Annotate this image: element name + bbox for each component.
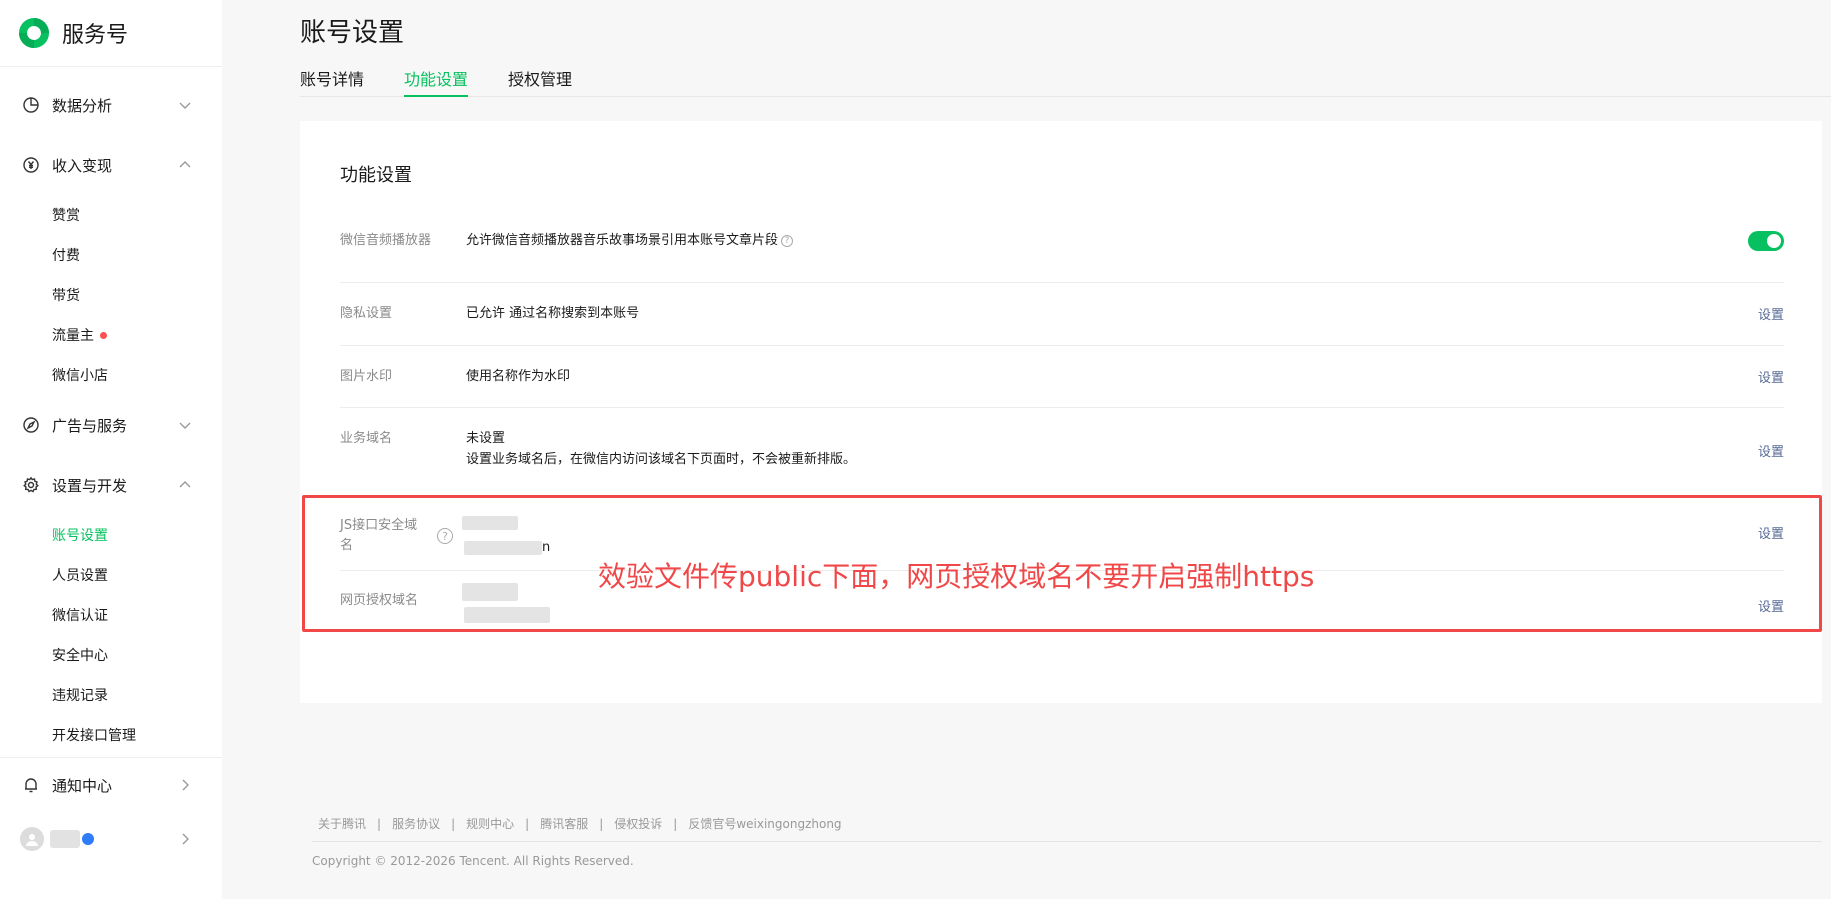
row-value: 使用名称作为水印 [466,369,571,384]
service-account-logo-icon [19,18,49,48]
toggle-knob [1767,234,1781,248]
footer-link-service-agreement[interactable]: 服务协议 [392,815,440,832]
chevron-up-icon [179,481,191,488]
footer-link-rules-center[interactable]: 规则中心 [466,815,514,832]
business-domain-settings-link[interactable]: 设置 [1758,441,1784,460]
footer-links: 关于腾讯 | 服务协议 | 规则中心 | 腾讯客服 | 侵权投诉 | 反馈官号weixin… [318,815,842,832]
sidebar-item-label: 赞赏 [52,208,80,224]
sidebar-item-wechat-verification[interactable]: 微信认证 [0,595,222,635]
audio-toggle[interactable] [1748,231,1784,251]
sidebar-item-label: 微信小店 [52,368,108,384]
nav-group-label: 收入变现 [52,156,113,175]
tab-bar: 账号详情 功能设置 授权管理 [300,66,1831,97]
sidebar-item-label: 违规记录 [52,688,108,704]
row-label: 图片水印 [340,369,393,384]
compass-icon [23,417,39,433]
tab-feature-settings[interactable]: 功能设置 [404,66,469,97]
nav-group-label: 广告与服务 [52,416,128,435]
main-content: 账号设置 账号详情 功能设置 授权管理 功能设置 微信音频播放器 允许微信音频播… [300,0,1831,899]
page-title: 账号设置 [300,18,405,48]
sidebar-item-label: 人员设置 [52,568,108,584]
row-value: 已允许 通过名称搜索到本账号 [466,306,640,321]
feature-settings-card: 功能设置 微信音频播放器 允许微信音频播放器音乐故事场景引用本账号文章片段? 隐… [300,121,1822,703]
nav-group-settings-dev[interactable]: 设置与开发 [0,455,222,515]
blurred-account-name [50,830,80,848]
row-label: 微信音频播放器 [340,233,432,248]
sidebar-item-label: 账号设置 [52,528,108,544]
sidebar: 服务号 数据分析 收入变现 赞赏 付费 带货 流量主 微信小店 广告与服务 设置… [0,0,222,899]
notification-dot [100,331,107,339]
verified-badge-icon [82,833,94,845]
footer-link-infringement[interactable]: 侵权投诉 [614,815,662,832]
row-description: 设置业务域名后，在微信内访问该域名下页面时，不会被重新排版。 [466,452,857,467]
tab-account-details[interactable]: 账号详情 [300,66,364,97]
sidebar-item-account-settings[interactable]: 账号设置 [0,515,222,555]
chevron-down-icon [179,102,191,109]
settings-row-audio: 微信音频播放器 允许微信音频播放器音乐故事场景引用本账号文章片段? [340,201,1784,283]
gear-icon [23,476,39,493]
bell-icon [25,778,37,793]
nav-group-label: 通知中心 [52,776,113,795]
nav-group-data-analysis[interactable]: 数据分析 [0,75,222,135]
sidebar-item-label: 流量主 [52,328,94,344]
sidebar-item-label: 带货 [52,288,80,304]
nav-group-ads[interactable]: 广告与服务 [0,395,222,455]
yen-coin-icon [23,157,39,173]
row-value: 未设置 [466,431,506,446]
nav-group-label: 设置与开发 [52,476,128,495]
settings-row-business-domain: 业务域名 未设置 设置业务域名后，在微信内访问该域名下页面时，不会被重新排版。 … [340,408,1784,493]
chevron-up-icon [179,161,191,168]
sidebar-item-reward[interactable]: 赞赏 [0,195,222,235]
sidebar-item-label: 安全中心 [52,648,108,664]
watermark-settings-link[interactable]: 设置 [1758,367,1784,386]
row-label: 隐私设置 [340,306,393,321]
sidebar-item-label: 付费 [52,248,80,264]
brand-name: 服务号 [62,23,129,48]
sidebar-item-traffic-owner[interactable]: 流量主 [0,315,222,355]
user-icon [26,834,38,846]
annotation-text: 效验文件传public下面，网页授权域名不要开启强制https [598,560,1315,593]
sidebar-item-label: 开发接口管理 [52,728,136,744]
help-icon[interactable]: ? [781,234,794,247]
footer-link-feedback[interactable]: 反馈官号weixingongzhong [688,815,841,832]
sidebar-item-label: 微信认证 [52,608,108,624]
footer-divider [312,841,1822,842]
row-label: 业务域名 [340,431,393,446]
settings-row-watermark: 图片水印 使用名称作为水印 设置 [340,346,1784,408]
sidebar-item-member-settings[interactable]: 人员设置 [0,555,222,595]
sidebar-item-paid[interactable]: 付费 [0,235,222,275]
chevron-right-icon [182,779,189,791]
sidebar-item-commerce[interactable]: 带货 [0,275,222,315]
settings-row-privacy: 隐私设置 已允许 通过名称搜索到本账号 设置 [340,283,1784,346]
separator: | [599,816,604,831]
tab-authorization[interactable]: 授权管理 [508,66,572,97]
separator: | [525,816,530,831]
row-value-text: 允许微信音频播放器音乐故事场景引用本账号文章片段 [466,233,779,248]
nav-group-notifications[interactable]: 通知中心 [0,758,222,812]
user-profile[interactable] [0,812,222,866]
pie-chart-icon [23,97,39,113]
sidebar-item-wechat-shop[interactable]: 微信小店 [0,355,222,395]
sidebar-item-dev-api[interactable]: 开发接口管理 [0,715,222,755]
copyright: Copyright © 2012-2026 Tencent. All Right… [312,854,634,868]
separator: | [377,816,382,831]
avatar [20,827,44,851]
nav-group-label: 数据分析 [52,96,113,115]
sidebar-item-security-center[interactable]: 安全中心 [0,635,222,675]
card-title: 功能设置 [340,165,412,186]
brand[interactable]: 服务号 [0,0,222,66]
separator: | [673,816,678,831]
footer-link-customer-service[interactable]: 腾讯客服 [540,815,588,832]
separator: | [451,816,456,831]
privacy-settings-link[interactable]: 设置 [1758,304,1784,323]
chevron-down-icon [179,422,191,429]
nav-group-monetization[interactable]: 收入变现 [0,135,222,195]
chevron-right-icon [182,833,189,845]
sidebar-item-violation-records[interactable]: 违规记录 [0,675,222,715]
row-value: 允许微信音频播放器音乐故事场景引用本账号文章片段? [466,231,794,251]
footer-link-about[interactable]: 关于腾讯 [318,815,366,832]
